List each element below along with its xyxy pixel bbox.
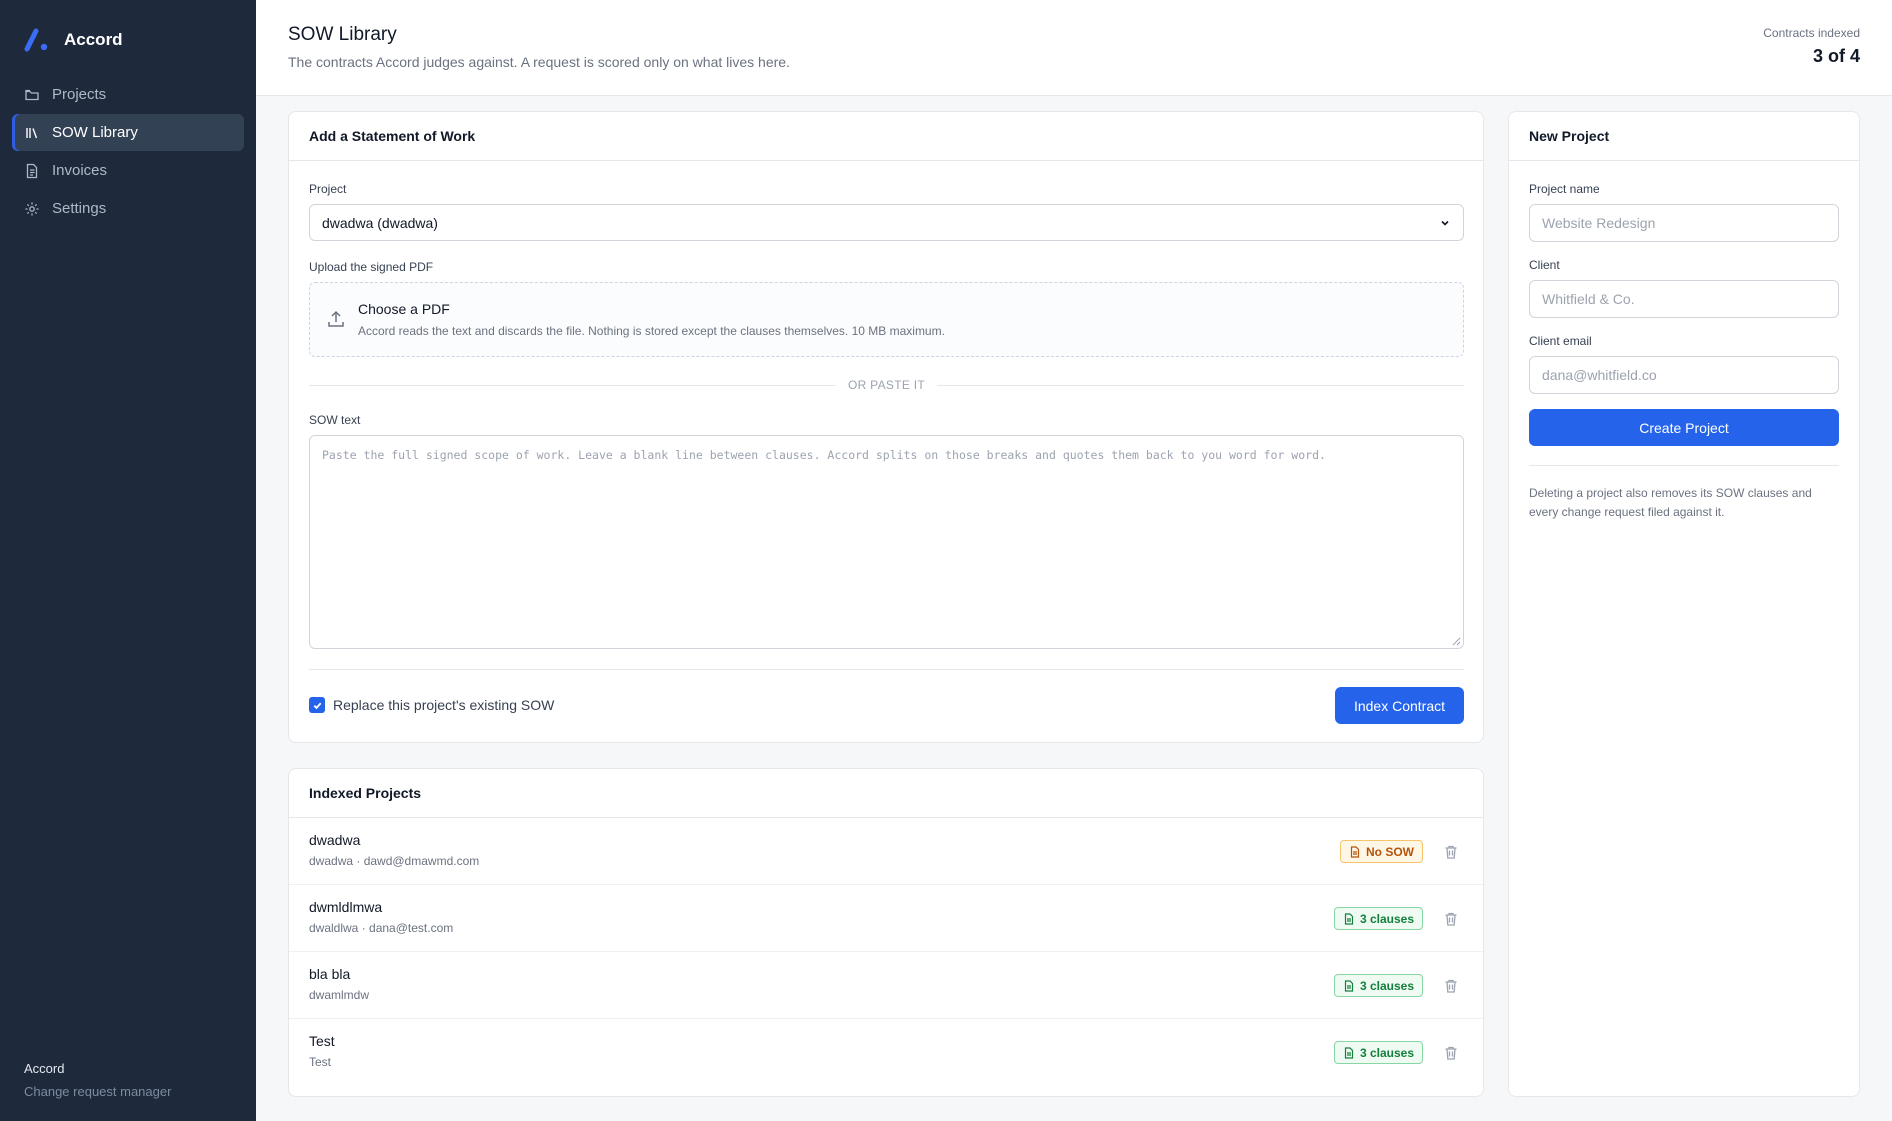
card-title: Add a Statement of Work: [289, 112, 1483, 161]
sidebar-footer: Accord Change request manager: [24, 1061, 171, 1099]
page-title: SOW Library: [288, 24, 397, 45]
badge-text: 3 clauses: [1359, 1045, 1414, 1060]
gear-icon: [25, 202, 39, 215]
status-badge: No SOW: [1340, 840, 1423, 863]
brand[interactable]: Accord: [24, 28, 123, 52]
or-divider: OR PASTE IT: [309, 377, 1464, 393]
sow-text-input[interactable]: Paste the full signed scope of work. Lea…: [309, 435, 1464, 649]
chevron-down-icon: [1441, 220, 1449, 226]
project-name-label: Project name: [1529, 182, 1600, 196]
invoice-icon: [26, 163, 38, 178]
footer-title: Accord: [24, 1061, 65, 1076]
badge-text: 3 clauses: [1359, 911, 1414, 926]
client-label: Client: [1529, 258, 1560, 272]
form-divider: [309, 669, 1464, 670]
client-email-input[interactable]: dana@whitfield.co: [1529, 356, 1839, 394]
accord-logo-icon: [24, 28, 48, 52]
replace-sow-checkbox[interactable]: [309, 697, 325, 713]
project-name: dwmldlmwa: [309, 899, 383, 915]
upload-title: Choose a PDF: [358, 301, 450, 317]
card-title: New Project: [1509, 112, 1859, 161]
upload-icon: [328, 310, 344, 327]
pdf-dropzone[interactable]: Choose a PDF Accord reads the text and d…: [309, 282, 1464, 357]
sidebar-nav: Projects SOW Library Invoices Settings: [12, 76, 244, 228]
sidebar-item-label: Projects: [52, 86, 107, 103]
sidebar-item-projects[interactable]: Projects: [12, 76, 244, 113]
project-name: Test: [309, 1033, 335, 1049]
replace-sow-checkbox-row[interactable]: Replace this project's existing SOW: [309, 697, 554, 713]
project-row: dwmldlmwa dwaldlwa · dana@test.com 3 cla…: [289, 885, 1483, 952]
client-placeholder: Whitfield & Co.: [1542, 291, 1635, 307]
document-icon: [1350, 845, 1360, 858]
project-row: Test Test 3 clauses: [289, 1019, 1483, 1086]
divider-line: [937, 384, 1464, 386]
trash-icon[interactable]: [1443, 844, 1459, 860]
document-icon: [1344, 979, 1354, 992]
project-name-input[interactable]: Website Redesign: [1529, 204, 1839, 242]
project-meta: dwamlmdw: [309, 988, 370, 1002]
replace-sow-label: Replace this project's existing SOW: [333, 697, 555, 713]
project-select-value: dwadwa (dwadwa): [322, 214, 438, 231]
sidebar-item-invoices[interactable]: Invoices: [12, 152, 244, 189]
upload-hint: Accord reads the text and discards the f…: [358, 324, 945, 338]
project-name: bla bla: [309, 966, 351, 982]
delete-note: Deleting a project also removes its SOW …: [1529, 486, 1812, 519]
footer-subtitle: Change request manager: [24, 1084, 172, 1099]
trash-icon[interactable]: [1443, 978, 1459, 994]
contracts-indexed-label: Contracts indexed: [1763, 26, 1860, 40]
client-email-placeholder: dana@whitfield.co: [1542, 367, 1657, 383]
badge-text: No SOW: [1366, 844, 1414, 859]
project-meta: dwadwa · dawd@dmawmd.com: [309, 854, 480, 868]
sow-text-label: SOW text: [309, 413, 361, 427]
client-email-label: Client email: [1529, 334, 1592, 348]
page-header: SOW Library The contracts Accord judges …: [256, 0, 1892, 96]
project-meta: dwaldlwa · dana@test.com: [309, 921, 454, 935]
divider-line: [309, 384, 836, 386]
contracts-indexed-value: 3 of 4: [1812, 46, 1860, 66]
project-name: dwadwa: [309, 832, 361, 848]
status-badge: 3 clauses: [1333, 907, 1423, 930]
upload-label: Upload the signed PDF: [309, 260, 434, 274]
trash-icon[interactable]: [1443, 911, 1459, 927]
status-badge: 3 clauses: [1333, 1041, 1423, 1064]
page-subtitle: The contracts Accord judges against. A r…: [288, 54, 790, 70]
sidebar-item-label: SOW Library: [52, 124, 138, 141]
card-title: Indexed Projects: [289, 769, 1483, 818]
document-icon: [1344, 912, 1354, 925]
sidebar-item-settings[interactable]: Settings: [12, 190, 244, 227]
document-icon: [1344, 1046, 1354, 1059]
sidebar-item-label: Invoices: [52, 162, 108, 179]
sidebar-item-label: Settings: [52, 200, 107, 217]
sow-text-placeholder: Paste the full signed scope of work. Lea…: [322, 448, 1326, 462]
section-divider: [1529, 465, 1839, 466]
trash-icon[interactable]: [1443, 1045, 1459, 1061]
or-text: OR PASTE IT: [847, 378, 926, 392]
project-name-placeholder: Website Redesign: [1542, 215, 1656, 231]
add-sow-card: Add a Statement of Work Project dwadwa (…: [288, 111, 1484, 743]
project-meta: Test: [309, 1055, 332, 1069]
indexed-projects-card: Indexed Projects dwadwa dwadwa · dawd@dm…: [288, 768, 1484, 1097]
sidebar-item-sow-library[interactable]: SOW Library: [12, 114, 244, 151]
index-contract-button[interactable]: Index Contract: [1335, 687, 1464, 724]
project-row: bla bla dwamlmdw 3 clauses: [289, 952, 1483, 1019]
project-select[interactable]: dwadwa (dwadwa): [309, 204, 1464, 241]
client-input[interactable]: Whitfield & Co.: [1529, 280, 1839, 318]
checkmark-icon: [313, 702, 321, 709]
new-project-card: New Project Project name Website Redesig…: [1508, 111, 1860, 1097]
folder-icon: [25, 89, 39, 100]
sidebar: Accord Projects SOW Library Invoices Set…: [0, 0, 256, 1121]
status-badge: 3 clauses: [1333, 974, 1423, 997]
create-project-button[interactable]: Create Project: [1529, 409, 1839, 446]
library-icon: [26, 127, 38, 138]
badge-text: 3 clauses: [1359, 978, 1414, 993]
resize-grip-icon[interactable]: [1451, 636, 1461, 646]
project-row: dwadwa dwadwa · dawd@dmawmd.com No SOW: [289, 818, 1483, 885]
brand-name: Accord: [64, 30, 123, 49]
project-label: Project: [309, 182, 347, 196]
